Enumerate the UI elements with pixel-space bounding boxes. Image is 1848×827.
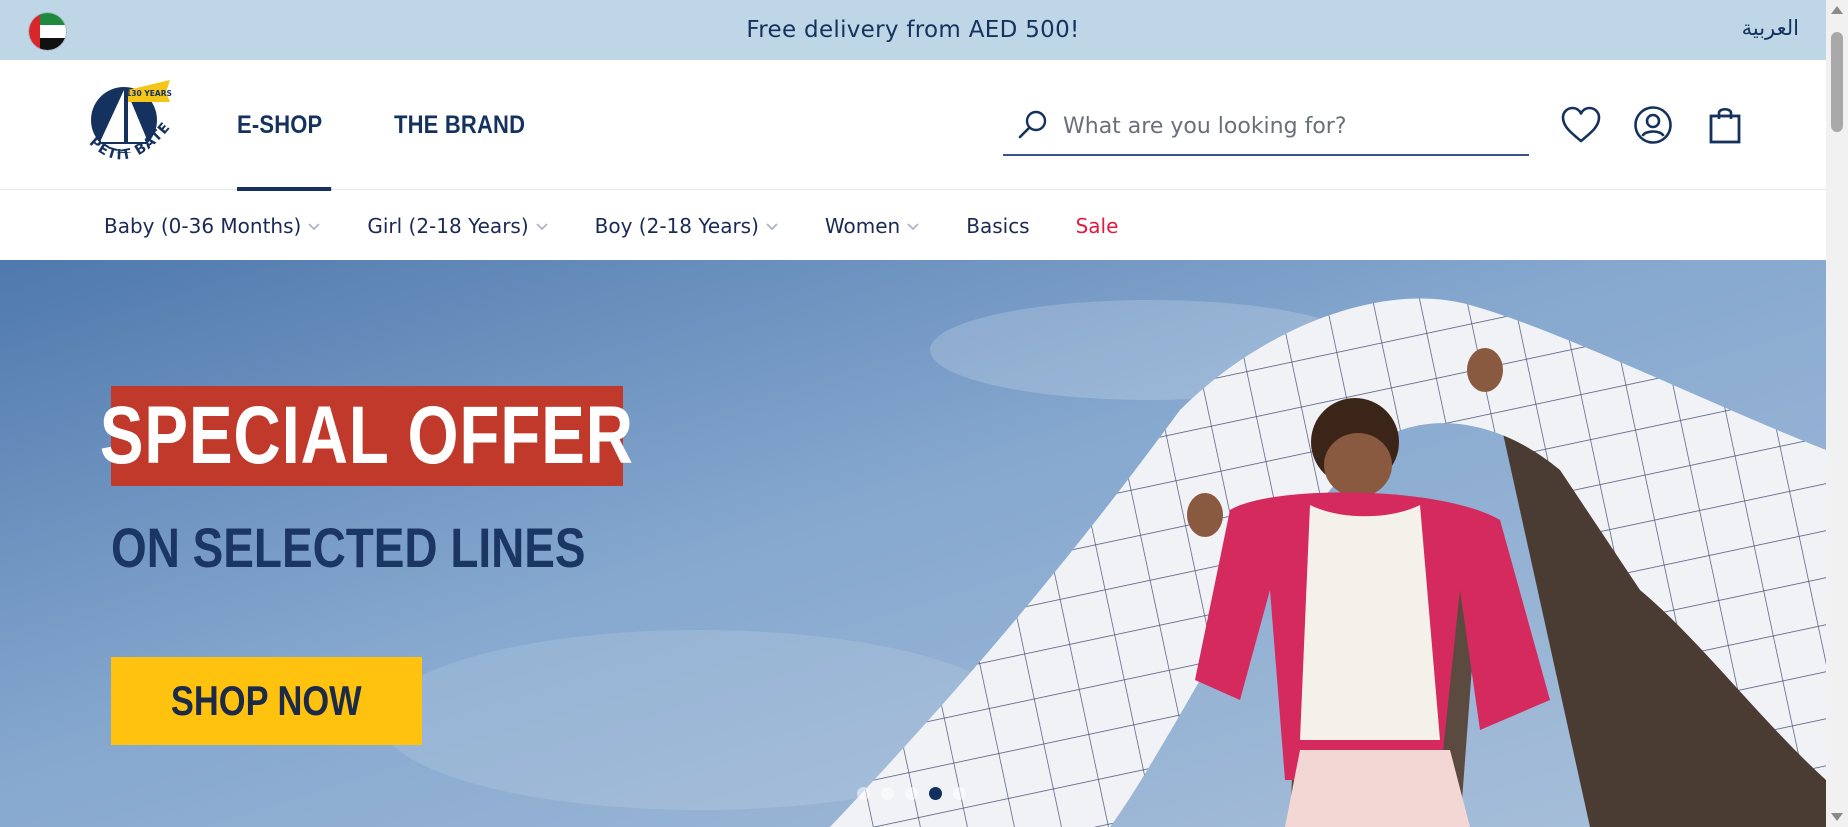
site-header: 130 YEARS PETIT BATEAU E-SHOP THE BRAND <box>0 60 1826 191</box>
shop-now-button[interactable]: SHOP NOW <box>111 657 422 745</box>
chevron-down-icon <box>766 222 778 230</box>
chevron-down-icon <box>907 222 919 230</box>
carousel-dot[interactable] <box>905 787 918 800</box>
category-label: Baby (0-36 Months) <box>104 213 302 238</box>
header-actions <box>1560 104 1746 146</box>
account-user-icon[interactable] <box>1632 104 1674 146</box>
hero-banner[interactable]: SPECIAL OFFER ON SELECTED LINES SHOP NOW <box>0 260 1826 827</box>
wishlist-heart-icon[interactable] <box>1560 104 1602 146</box>
search-bar <box>1003 98 1529 156</box>
category-women[interactable]: Women <box>825 214 920 238</box>
main-nav: E-SHOP THE BRAND <box>237 60 543 191</box>
logo-badge-text: 130 YEARS <box>126 89 172 98</box>
carousel-dot[interactable] <box>881 787 894 800</box>
category-basics[interactable]: Basics <box>966 214 1029 238</box>
announcement-text: Free delivery from AED 500! <box>746 17 1080 43</box>
chevron-down-icon <box>308 222 320 230</box>
offer-subtitle: ON SELECTED LINES <box>111 516 586 579</box>
carousel-dots <box>857 787 966 800</box>
scroll-down-arrow-icon[interactable] <box>1831 813 1843 821</box>
carousel-dot-active[interactable] <box>929 787 942 800</box>
offer-title: SPECIAL OFFER <box>99 390 635 481</box>
category-label: Basics <box>966 213 1030 238</box>
nav-the-brand[interactable]: THE BRAND <box>394 60 525 190</box>
uae-flag-icon[interactable] <box>29 13 66 50</box>
nav-eshop[interactable]: E-SHOP <box>237 60 332 191</box>
scrollbar-thumb[interactable] <box>1831 32 1843 132</box>
search-icon[interactable] <box>1013 106 1053 146</box>
shopping-bag-icon[interactable] <box>1704 104 1746 146</box>
carousel-dot[interactable] <box>953 787 966 800</box>
shop-now-label: SHOP NOW <box>171 677 362 724</box>
carousel-dot[interactable] <box>857 787 870 800</box>
category-label: Girl (2-18 Years) <box>367 213 529 238</box>
category-girl[interactable]: Girl (2-18 Years) <box>367 214 548 238</box>
scroll-up-arrow-icon[interactable] <box>1831 6 1843 14</box>
category-label: Boy (2-18 Years) <box>594 213 759 238</box>
page-scrollbar[interactable] <box>1826 0 1848 827</box>
category-boy[interactable]: Boy (2-18 Years) <box>595 214 779 238</box>
offer-headline-box: SPECIAL OFFER <box>100 386 633 486</box>
category-label: Sale <box>1075 213 1119 238</box>
category-label: Women <box>824 213 901 238</box>
language-switch-link[interactable]: العربية <box>1742 16 1799 40</box>
category-nav: Baby (0-36 Months) Girl (2-18 Years) Boy… <box>0 191 1826 260</box>
category-baby[interactable]: Baby (0-36 Months) <box>104 214 321 238</box>
petit-bateau-logo[interactable]: 130 YEARS PETIT BATEAU <box>72 60 182 182</box>
search-input[interactable] <box>1063 113 1503 139</box>
chevron-down-icon <box>536 222 548 230</box>
category-sale[interactable]: Sale <box>1076 214 1119 238</box>
announcement-bar: Free delivery from AED 500! العربية <box>0 0 1826 60</box>
